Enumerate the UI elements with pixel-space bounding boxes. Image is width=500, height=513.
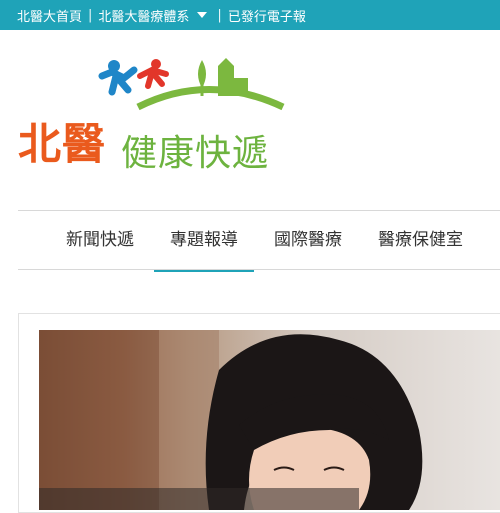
logo-brand-secondary: 健康快遞 [121, 133, 270, 174]
child-photo-illustration [39, 330, 423, 510]
featured-article-image[interactable] [39, 330, 500, 510]
tmu-healthcare-system-link[interactable]: 北醫大醫療體系 [98, 6, 189, 25]
site-logo[interactable]: 北醫 健康快遞 [18, 52, 288, 177]
chevron-down-icon[interactable] [197, 12, 208, 18]
topbar-separator: | [88, 7, 93, 23]
main-nav: 新聞快遞 專題報導 國際醫療 醫療保健室 [48, 214, 481, 272]
logo-mascot-icon [98, 58, 285, 111]
logo-brand-primary: 北醫 [18, 120, 106, 170]
featured-article-card[interactable] [18, 313, 500, 513]
nav-item-features[interactable]: 專題報導 [152, 214, 256, 272]
published-newsletters-link[interactable]: 已發行電子報 [228, 6, 306, 25]
nav-bottom-divider [18, 269, 500, 270]
nav-item-health-room[interactable]: 醫療保健室 [360, 214, 481, 270]
nav-item-news[interactable]: 新聞快遞 [48, 214, 152, 270]
top-utility-bar: 北醫大首頁 | 北醫大醫療體系 | 已發行電子報 [0, 0, 500, 30]
tmu-home-link[interactable]: 北醫大首頁 [17, 6, 82, 25]
topbar-separator: | [217, 7, 222, 23]
nav-item-international-medicine[interactable]: 國際醫療 [256, 214, 360, 270]
nav-top-divider [18, 210, 500, 211]
